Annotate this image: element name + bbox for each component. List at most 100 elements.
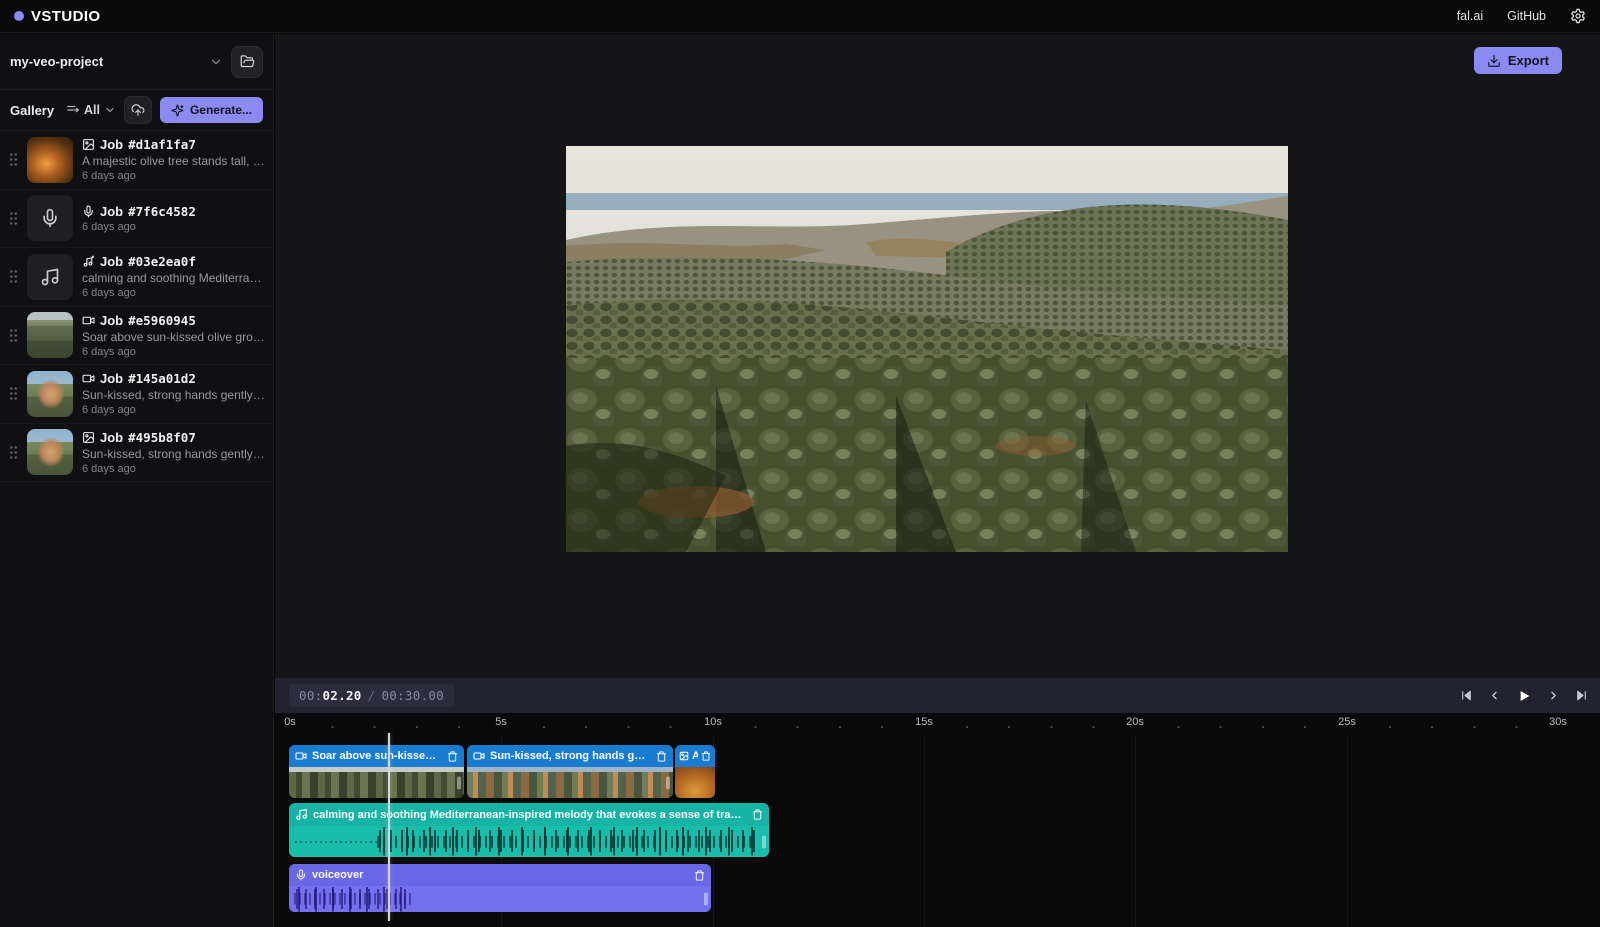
mic-icon <box>40 208 60 228</box>
job-timestamp: 6 days ago <box>82 221 265 233</box>
job-prompt: Soar above sun-kissed olive groves,... <box>82 330 265 344</box>
trash-icon[interactable] <box>447 751 458 762</box>
job-prompt: calming and soothing Mediterranean-... <box>82 271 265 285</box>
clip-title: Soar above sun-kissed olive <box>312 750 442 762</box>
drag-handle-icon[interactable] <box>9 386 18 401</box>
drag-handle-icon[interactable] <box>9 211 18 226</box>
export-button[interactable]: Export <box>1474 47 1562 74</box>
resize-handle[interactable] <box>704 893 708 906</box>
skip-to-start-button[interactable] <box>1460 689 1473 702</box>
job-label: Job <box>100 204 123 219</box>
resize-handle[interactable] <box>457 776 461 789</box>
preview-area: Export <box>275 34 1600 678</box>
job-label: Job <box>100 430 123 445</box>
app-logo: VSTUDIO <box>14 8 100 25</box>
job-thumbnail <box>27 429 73 475</box>
top-bar: VSTUDIO fal.ai GitHub <box>0 0 1600 33</box>
step-forward-button[interactable] <box>1547 689 1560 702</box>
chevron-down-icon <box>209 55 223 69</box>
voiceover-clip[interactable]: voiceover <box>289 864 711 912</box>
job-id: #7f6c4582 <box>128 204 196 219</box>
clip-title: A <box>692 750 698 762</box>
job-timestamp: 6 days ago <box>82 346 265 358</box>
music-icon <box>295 808 308 821</box>
job-list-item[interactable]: Job #7f6c4582 6 days ago <box>0 190 273 249</box>
trash-icon[interactable] <box>694 870 705 881</box>
drag-handle-icon[interactable] <box>9 269 18 284</box>
job-thumbnail <box>27 312 73 358</box>
ruler-label: 25s <box>1334 716 1360 728</box>
job-prompt: Sun-kissed, strong hands gently pluck... <box>82 388 265 402</box>
job-timestamp: 6 days ago <box>82 170 265 182</box>
job-id: #d1af1fa7 <box>128 137 196 152</box>
video-icon <box>82 372 95 385</box>
nav-link-github[interactable]: GitHub <box>1507 9 1546 23</box>
job-id: #495b8f07 <box>128 430 196 445</box>
job-timestamp: 6 days ago <box>82 463 265 475</box>
project-selector[interactable]: my-veo-project <box>10 54 223 69</box>
job-list-item[interactable]: Job #e5960945 Soar above sun-kissed oliv… <box>0 307 273 366</box>
grid-line <box>1135 737 1136 927</box>
mic-icon <box>295 869 307 881</box>
job-list-item[interactable]: Job #495b8f07 Sun-kissed, strong hands g… <box>0 424 273 483</box>
sparkles-icon <box>171 104 184 117</box>
app-window: VSTUDIO fal.ai GitHub my-veo-project <box>0 0 1600 927</box>
ruler-label: 10s <box>700 716 726 728</box>
job-list-item[interactable]: Job #d1af1fa7 A majestic olive tree stan… <box>0 131 273 190</box>
gear-icon[interactable] <box>1570 8 1586 24</box>
music-clip[interactable]: calming and soothing Mediterranean-inspi… <box>289 803 769 857</box>
trash-icon[interactable] <box>752 809 763 820</box>
nav-link-falai[interactable]: fal.ai <box>1457 9 1483 23</box>
brand-name: VSTUDIO <box>31 8 100 25</box>
open-project-button[interactable] <box>231 46 263 78</box>
skip-to-end-button[interactable] <box>1575 689 1588 702</box>
filter-value: All <box>84 103 100 117</box>
timecode-prefix: 00: <box>299 688 322 703</box>
folder-open-icon <box>240 54 255 69</box>
clip-filmstrip <box>675 767 715 798</box>
timecode-display: 00:02.20/00:30.00 <box>289 684 454 707</box>
clip-filmstrip <box>289 767 464 798</box>
drag-handle-icon[interactable] <box>9 328 18 343</box>
playback-controls <box>1460 678 1588 713</box>
project-name: my-veo-project <box>10 54 103 69</box>
job-label: Job <box>100 254 123 269</box>
job-list-item[interactable]: Job #145a01d2 Sun-kissed, strong hands g… <box>0 365 273 424</box>
play-button[interactable] <box>1516 688 1532 704</box>
video-clip[interactable]: Sun-kissed, strong hands gently plu <box>467 745 673 798</box>
gallery-header: Gallery All Generate... <box>0 90 273 131</box>
job-id: #e5960945 <box>128 313 196 328</box>
download-icon <box>1487 54 1501 68</box>
step-back-button[interactable] <box>1488 689 1501 702</box>
resize-handle[interactable] <box>666 776 670 789</box>
audio-waveform <box>289 826 769 857</box>
ruler-label: 30s <box>1545 716 1571 728</box>
image-icon <box>82 138 95 151</box>
filter-icon <box>66 103 80 117</box>
playhead[interactable] <box>388 733 390 921</box>
audio-waveform <box>289 886 711 912</box>
cloud-upload-icon <box>131 103 145 117</box>
video-icon <box>82 314 95 327</box>
gallery-filter[interactable]: All <box>66 103 116 117</box>
trash-icon[interactable] <box>656 751 667 762</box>
image-clip[interactable]: A <box>675 745 715 798</box>
drag-handle-icon[interactable] <box>9 445 18 460</box>
generate-button[interactable]: Generate... <box>160 97 263 123</box>
timecode-total: 00:30.00 <box>381 688 444 703</box>
video-player[interactable] <box>566 146 1288 552</box>
drag-handle-icon[interactable] <box>9 152 18 167</box>
logo-dot-icon <box>14 11 24 21</box>
job-list-item[interactable]: Job #03e2ea0f calming and soothing Medit… <box>0 248 273 307</box>
upload-button[interactable] <box>124 96 152 124</box>
timecode-separator: / <box>362 688 382 703</box>
job-thumbnail <box>27 254 73 300</box>
image-icon <box>82 431 95 444</box>
timeline[interactable]: 0s 5s 10s 15s 20s 25s 30s Soar above sun… <box>275 713 1600 927</box>
trash-icon[interactable] <box>701 751 711 761</box>
resize-handle[interactable] <box>762 835 766 848</box>
job-label: Job <box>100 137 123 152</box>
job-thumbnail <box>27 137 73 183</box>
clip-filmstrip <box>467 767 673 798</box>
video-clip[interactable]: Soar above sun-kissed olive <box>289 745 464 798</box>
